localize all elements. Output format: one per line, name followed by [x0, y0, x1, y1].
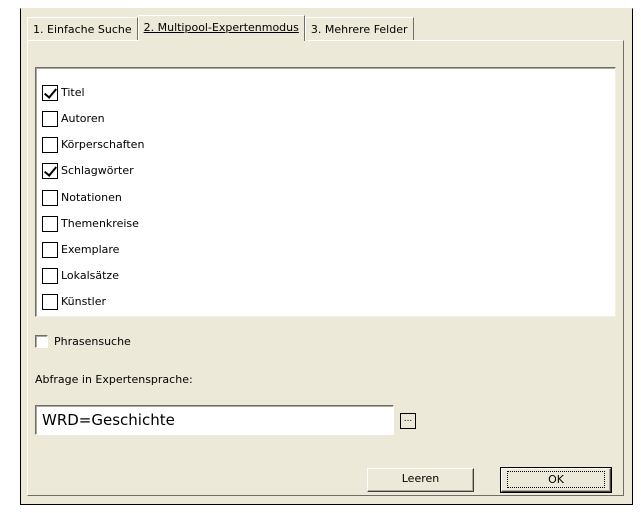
field-checkbox[interactable] — [42, 111, 58, 127]
field-checkbox[interactable] — [42, 163, 58, 179]
field-checkbox[interactable] — [42, 216, 58, 232]
tab-strip: 1. Einfache Suche 2. Multipool-Expertenm… — [27, 15, 414, 41]
browse-button[interactable]: ... — [400, 413, 416, 429]
field-label: Lokalsätze — [61, 269, 119, 282]
phrase-search-label: Phrasensuche — [54, 335, 131, 348]
field-checkbox[interactable] — [42, 242, 58, 258]
field-label: Themenkreise — [61, 217, 139, 230]
expert-query-label: Abfrage in Expertensprache: — [35, 373, 193, 386]
field-item-exemplare[interactable]: Exemplare — [42, 240, 119, 260]
phrase-search-option[interactable]: Phrasensuche — [35, 335, 131, 348]
field-item-koerperschaften[interactable]: Körperschaften — [42, 135, 144, 155]
field-checkbox[interactable] — [42, 190, 58, 206]
phrase-search-checkbox[interactable] — [35, 335, 48, 348]
field-item-kuenstler[interactable]: Künstler — [42, 292, 106, 312]
search-dialog: 1. Einfache Suche 2. Multipool-Expertenm… — [20, 8, 633, 505]
field-item-themenkreise[interactable]: Themenkreise — [42, 214, 139, 234]
field-checkbox[interactable] — [42, 294, 58, 310]
tab-panel: Titel Autoren Körperschaften Schlagwörte… — [27, 40, 624, 496]
field-label: Körperschaften — [61, 138, 145, 151]
tab-simple-search[interactable]: 1. Einfache Suche — [27, 17, 138, 41]
search-field-list[interactable]: Titel Autoren Körperschaften Schlagwörte… — [35, 67, 616, 317]
expert-query-input[interactable] — [35, 405, 394, 435]
tab-multipool-expert-mode[interactable]: 2. Multipool-Expertenmodus — [137, 15, 305, 41]
field-item-notationen[interactable]: Notationen — [42, 188, 122, 208]
tab-multiple-fields[interactable]: 3. Mehrere Felder — [304, 17, 414, 41]
field-item-schlagwoerter[interactable]: Schlagwörter — [42, 161, 134, 181]
field-item-titel[interactable]: Titel — [42, 83, 85, 103]
field-item-lokalsaetze[interactable]: Lokalsätze — [42, 266, 119, 286]
field-label: Autoren — [61, 112, 105, 125]
field-label: Exemplare — [61, 243, 120, 256]
ok-button-label: OK — [507, 471, 605, 488]
field-label: Notationen — [61, 191, 122, 204]
field-label: Künstler — [61, 295, 106, 308]
field-label: Schlagwörter — [61, 164, 134, 177]
clear-button[interactable]: Leeren — [367, 468, 474, 492]
field-label: Titel — [61, 86, 85, 99]
field-checkbox[interactable] — [42, 268, 58, 284]
field-checkbox[interactable] — [42, 85, 58, 101]
field-item-autoren[interactable]: Autoren — [42, 109, 105, 129]
clear-button-label: Leeren — [401, 472, 440, 485]
ok-button[interactable]: OK — [500, 467, 612, 493]
field-checkbox[interactable] — [42, 137, 58, 153]
